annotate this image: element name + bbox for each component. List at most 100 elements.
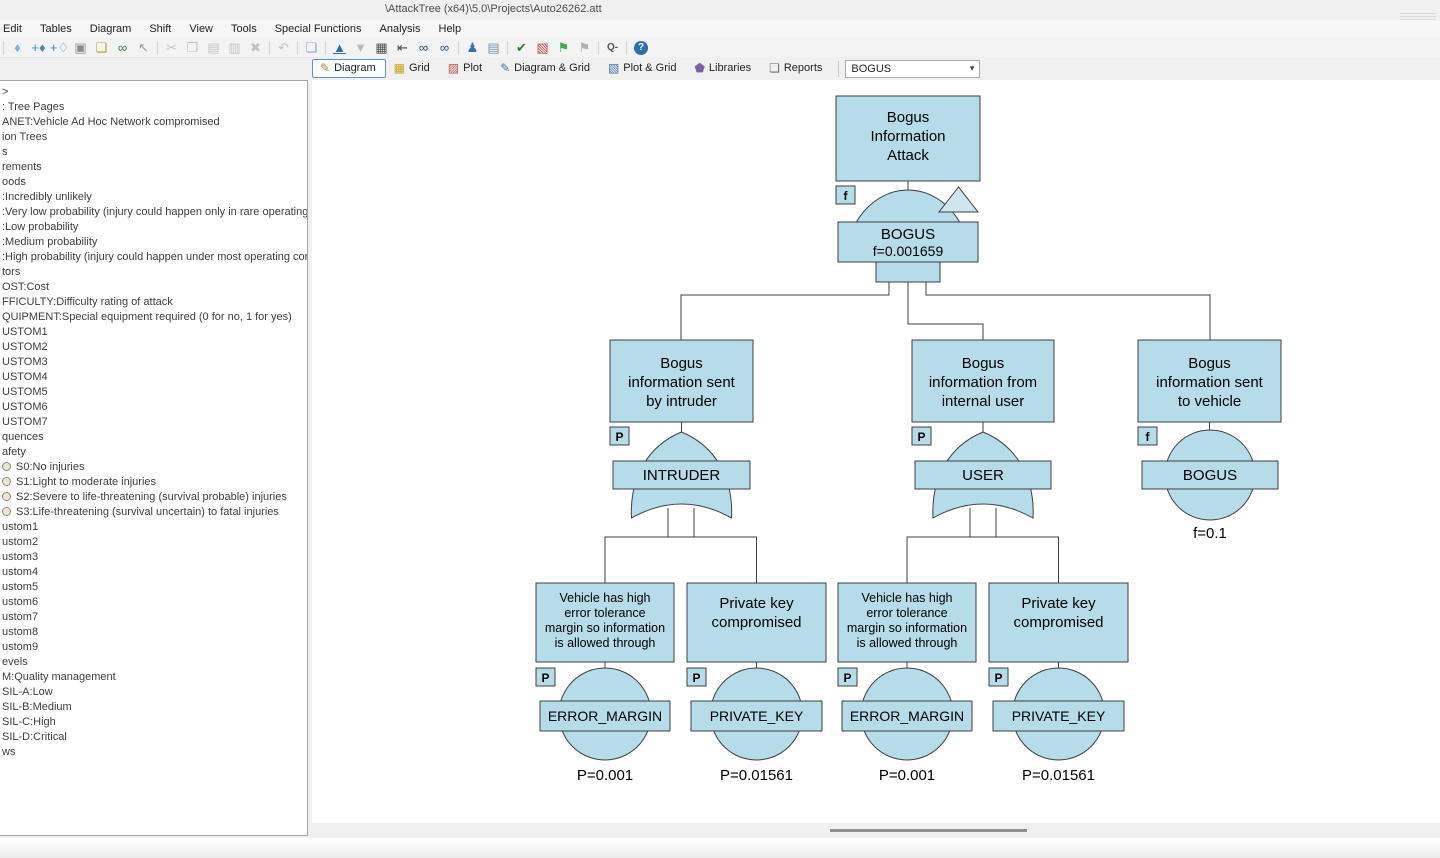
tree-item[interactable]: :Very low probability (injury could happ… bbox=[0, 204, 307, 219]
tab-diagram[interactable]: ✎Diagram bbox=[312, 59, 386, 78]
tree-item[interactable]: SIL-B:Medium bbox=[0, 699, 307, 714]
pin-grey-icon[interactable]: ⚑ bbox=[574, 39, 595, 57]
tree-item[interactable]: ion Trees bbox=[0, 129, 307, 144]
menu-tables[interactable]: Tables bbox=[31, 23, 81, 35]
find-next-icon[interactable]: ∞ bbox=[413, 39, 434, 57]
menu-edit[interactable]: Edit bbox=[0, 23, 31, 35]
tree-item[interactable]: OST:Cost bbox=[0, 279, 307, 294]
transfer-triangle-icon[interactable] bbox=[939, 187, 978, 212]
tab-grid[interactable]: ▦Grid bbox=[386, 59, 440, 78]
tree-item[interactable]: S2:Severe to life-threatening (survival … bbox=[0, 489, 307, 504]
copy-icon[interactable]: ❐ bbox=[182, 39, 203, 57]
cut-icon[interactable]: ✂ bbox=[161, 39, 182, 57]
menu-diagram[interactable]: Diagram bbox=[81, 23, 141, 35]
tree-item[interactable]: s bbox=[0, 144, 307, 159]
menu-help[interactable]: Help bbox=[430, 23, 471, 35]
tab-label: Plot bbox=[463, 62, 482, 74]
tree-item[interactable]: M:Quality management bbox=[0, 669, 307, 684]
tree-item[interactable]: QUIPMENT:Special equipment required (0 f… bbox=[0, 309, 307, 324]
tree-item[interactable]: USTOM4 bbox=[0, 369, 307, 384]
tree-item[interactable]: ustom4 bbox=[0, 564, 307, 579]
paste-icon[interactable]: ▤ bbox=[203, 39, 224, 57]
tree-item[interactable]: SIL-D:Critical bbox=[0, 729, 307, 744]
tree-item[interactable]: ustom7 bbox=[0, 609, 307, 624]
project-tree-panel[interactable]: >: Tree PagesANET:Vehicle Ad Hoc Network… bbox=[0, 80, 308, 836]
error-margin-2-label: error tolerance bbox=[866, 606, 947, 620]
tab-reports[interactable]: ❏Reports bbox=[761, 59, 832, 78]
tree-item[interactable]: :High probability (injury could happen u… bbox=[0, 249, 307, 264]
tree-item[interactable]: oods bbox=[0, 174, 307, 189]
tree-item[interactable]: FFICULTY:Difficulty rating of attack bbox=[0, 294, 307, 309]
pin-green-icon[interactable]: ⚑ bbox=[553, 39, 574, 57]
add-tree-icon[interactable]: +♦ bbox=[28, 39, 49, 57]
menu-tools[interactable]: Tools bbox=[222, 23, 266, 35]
tree-item[interactable]: ustom9 bbox=[0, 639, 307, 654]
tree-item[interactable]: USTOM1 bbox=[0, 324, 307, 339]
tree-item[interactable]: :Low probability bbox=[0, 219, 307, 234]
fit-width-icon[interactable]: ⇤ bbox=[392, 39, 413, 57]
add-subtree-icon[interactable]: +♢ bbox=[49, 39, 70, 57]
tree-item[interactable]: ustom8 bbox=[0, 624, 307, 639]
tree-item[interactable]: USTOM3 bbox=[0, 354, 307, 369]
report-doc-icon[interactable]: ▤ bbox=[483, 39, 504, 57]
tree-item[interactable]: ustom3 bbox=[0, 549, 307, 564]
tree-item[interactable]: tors bbox=[0, 264, 307, 279]
tree-item[interactable]: ustom6 bbox=[0, 594, 307, 609]
undo-icon[interactable]: ↶ bbox=[273, 39, 294, 57]
page-copy-icon[interactable]: ❏ bbox=[91, 39, 112, 57]
tab-plot[interactable]: ▨Plot bbox=[440, 59, 492, 78]
tree-item[interactable]: : Tree Pages bbox=[0, 99, 307, 114]
image-icon[interactable]: ▣ bbox=[70, 39, 91, 57]
tab-diagram-grid[interactable]: ✎Diagram & Grid bbox=[492, 59, 600, 78]
tab-libraries[interactable]: ⬟Libraries bbox=[686, 59, 761, 78]
tab-plot-grid[interactable]: ▧Plot & Grid bbox=[600, 59, 687, 78]
tree-item[interactable]: ustom2 bbox=[0, 534, 307, 549]
tree-item[interactable]: SIL-A:Low bbox=[0, 684, 307, 699]
find-prev-icon[interactable]: ∞ bbox=[434, 39, 455, 57]
diagram-canvas[interactable]: Bogus Information Attack f BOGUS f=0.001… bbox=[312, 80, 1440, 823]
copy-diagram-icon[interactable]: ❏ bbox=[301, 39, 322, 57]
paste-special-icon[interactable]: ▥ bbox=[224, 39, 245, 57]
tree-item[interactable]: USTOM5 bbox=[0, 384, 307, 399]
new-attack-tree-icon[interactable]: ♦ bbox=[7, 39, 28, 57]
tree-item[interactable]: USTOM2 bbox=[0, 339, 307, 354]
tree-item[interactable]: USTOM7 bbox=[0, 414, 307, 429]
tree-item[interactable]: ustom1 bbox=[0, 519, 307, 534]
pointer-icon[interactable]: ↖ bbox=[133, 39, 154, 57]
spelling-icon[interactable]: ✔ bbox=[511, 39, 532, 57]
tree-item[interactable]: S0:No injuries bbox=[0, 459, 307, 474]
tree-item[interactable]: > bbox=[0, 84, 307, 99]
tab-label: Grid bbox=[409, 62, 430, 74]
tree-item[interactable]: ws bbox=[0, 744, 307, 759]
verify-icon[interactable]: ▧ bbox=[532, 39, 553, 57]
menu-view[interactable]: View bbox=[180, 23, 222, 35]
tree-item[interactable]: S3:Life-threatening (survival uncertain)… bbox=[0, 504, 307, 519]
and-gate-stub[interactable] bbox=[876, 262, 940, 282]
tree-item[interactable]: :Incredibly unlikely bbox=[0, 189, 307, 204]
tree-item[interactable]: USTOM6 bbox=[0, 399, 307, 414]
help-icon[interactable]: ? bbox=[634, 41, 648, 55]
tree-item[interactable]: quences bbox=[0, 429, 307, 444]
highlight-icon[interactable]: ♟ bbox=[462, 39, 483, 57]
horizontal-scrollbar[interactable] bbox=[312, 823, 1440, 838]
tree-selector[interactable]: BOGUS ▾ bbox=[845, 60, 980, 78]
tree-item[interactable]: ustom5 bbox=[0, 579, 307, 594]
link-pages-icon[interactable]: ∞ bbox=[112, 39, 133, 57]
menu-shift[interactable]: Shift bbox=[140, 23, 180, 35]
query-icon[interactable]: Q- bbox=[602, 39, 623, 57]
menu-special-functions[interactable]: Special Functions bbox=[266, 23, 371, 35]
titlebar-stripes bbox=[1400, 13, 1436, 20]
tree-item[interactable]: :Medium probability bbox=[0, 234, 307, 249]
tree-item[interactable]: SIL-C:High bbox=[0, 714, 307, 729]
expand-down-icon[interactable]: ▼ bbox=[350, 39, 371, 57]
eject-icon[interactable]: ▲ bbox=[329, 39, 350, 57]
menu-analysis[interactable]: Analysis bbox=[371, 23, 430, 35]
horizontal-scrollbar-thumb[interactable] bbox=[830, 829, 1027, 832]
delete-icon[interactable]: ✖ bbox=[245, 39, 266, 57]
tree-item[interactable]: rements bbox=[0, 159, 307, 174]
tree-item[interactable]: ANET:Vehicle Ad Hoc Network compromised bbox=[0, 114, 307, 129]
tree-item[interactable]: afety bbox=[0, 444, 307, 459]
table-grid-icon[interactable]: ▦ bbox=[371, 39, 392, 57]
tree-item[interactable]: S1:Light to moderate injuries bbox=[0, 474, 307, 489]
tree-item[interactable]: evels bbox=[0, 654, 307, 669]
